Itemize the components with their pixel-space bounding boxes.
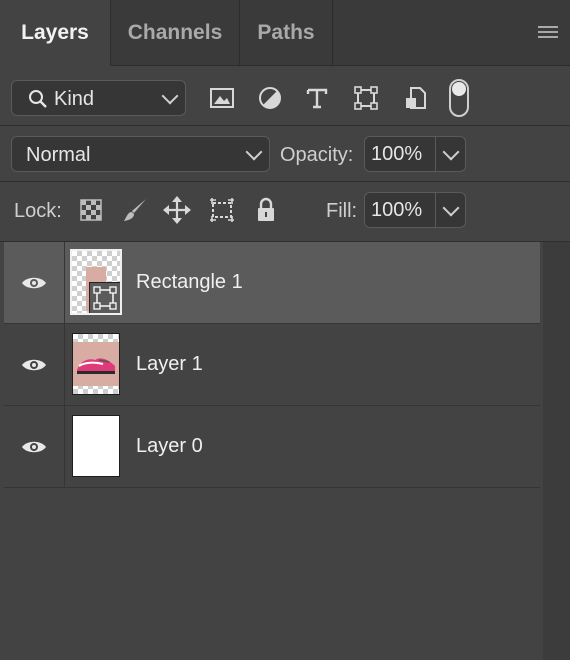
visibility-toggle[interactable] <box>4 242 65 323</box>
chevron-down-icon <box>442 199 460 217</box>
opacity-field[interactable]: 100% <box>364 136 436 172</box>
layer-name: Layer 0 <box>136 435 203 457</box>
chevron-down-icon <box>442 143 460 161</box>
lock-image-pixels-icon[interactable] <box>120 195 150 225</box>
blend-mode-value: Normal <box>26 144 91 166</box>
fill-label: Fill: <box>326 200 358 222</box>
tab-channels[interactable]: Channels <box>111 0 240 65</box>
eye-icon <box>22 359 46 370</box>
eye-icon <box>22 441 46 452</box>
sneaker-image <box>77 358 115 374</box>
layer-thumbnail <box>70 249 122 315</box>
shape-filter-icon[interactable] <box>351 83 381 113</box>
layer-row-rectangle-1[interactable]: Rectangle 1 <box>4 242 540 324</box>
panel-menu-icon[interactable] <box>538 26 558 40</box>
shape-layer-badge <box>89 282 120 313</box>
visibility-toggle[interactable] <box>4 406 65 487</box>
layer-thumbnail <box>72 333 120 395</box>
opacity-dropdown-button[interactable] <box>436 136 466 172</box>
tab-layers[interactable]: Layers <box>0 0 111 66</box>
tab-paths[interactable]: Paths <box>240 0 333 65</box>
layer-row-layer-1[interactable]: Layer 1 <box>4 324 540 406</box>
fill-dropdown-button[interactable] <box>436 192 466 228</box>
layer-row-layer-0[interactable]: Layer 0 <box>4 406 540 488</box>
shape-icon <box>93 286 117 310</box>
smart-object-filter-icon[interactable] <box>400 83 430 113</box>
chevron-down-icon <box>161 87 179 105</box>
adjustment-filter-icon[interactable] <box>255 83 285 113</box>
image-filter-icon[interactable] <box>207 83 237 113</box>
visibility-toggle[interactable] <box>4 324 65 405</box>
fill-field[interactable]: 100% <box>364 192 436 228</box>
layer-name: Rectangle 1 <box>136 271 243 293</box>
filter-toggle-icon[interactable] <box>444 78 474 118</box>
type-filter-icon[interactable] <box>302 83 332 113</box>
kind-filter-label: Kind <box>54 88 95 110</box>
kind-filter-dropdown[interactable]: Kind <box>11 80 186 116</box>
chevron-down-icon <box>245 143 263 161</box>
blend-mode-dropdown[interactable]: Normal <box>11 136 270 172</box>
layer-name: Layer 1 <box>136 353 203 375</box>
layers-scrollbar[interactable] <box>543 242 570 660</box>
panel-tab-bar: Layers Channels Paths <box>0 0 570 66</box>
search-icon <box>29 90 47 108</box>
lock-artboard-icon[interactable] <box>207 195 237 225</box>
lock-label: Lock: <box>14 200 62 222</box>
lock-position-icon[interactable] <box>162 195 192 225</box>
opacity-label: Opacity: <box>280 144 354 166</box>
lock-transparent-pixels-icon[interactable] <box>76 195 106 225</box>
layer-thumbnail <box>72 415 120 477</box>
lock-all-icon[interactable] <box>251 195 281 225</box>
eye-icon <box>22 277 46 288</box>
